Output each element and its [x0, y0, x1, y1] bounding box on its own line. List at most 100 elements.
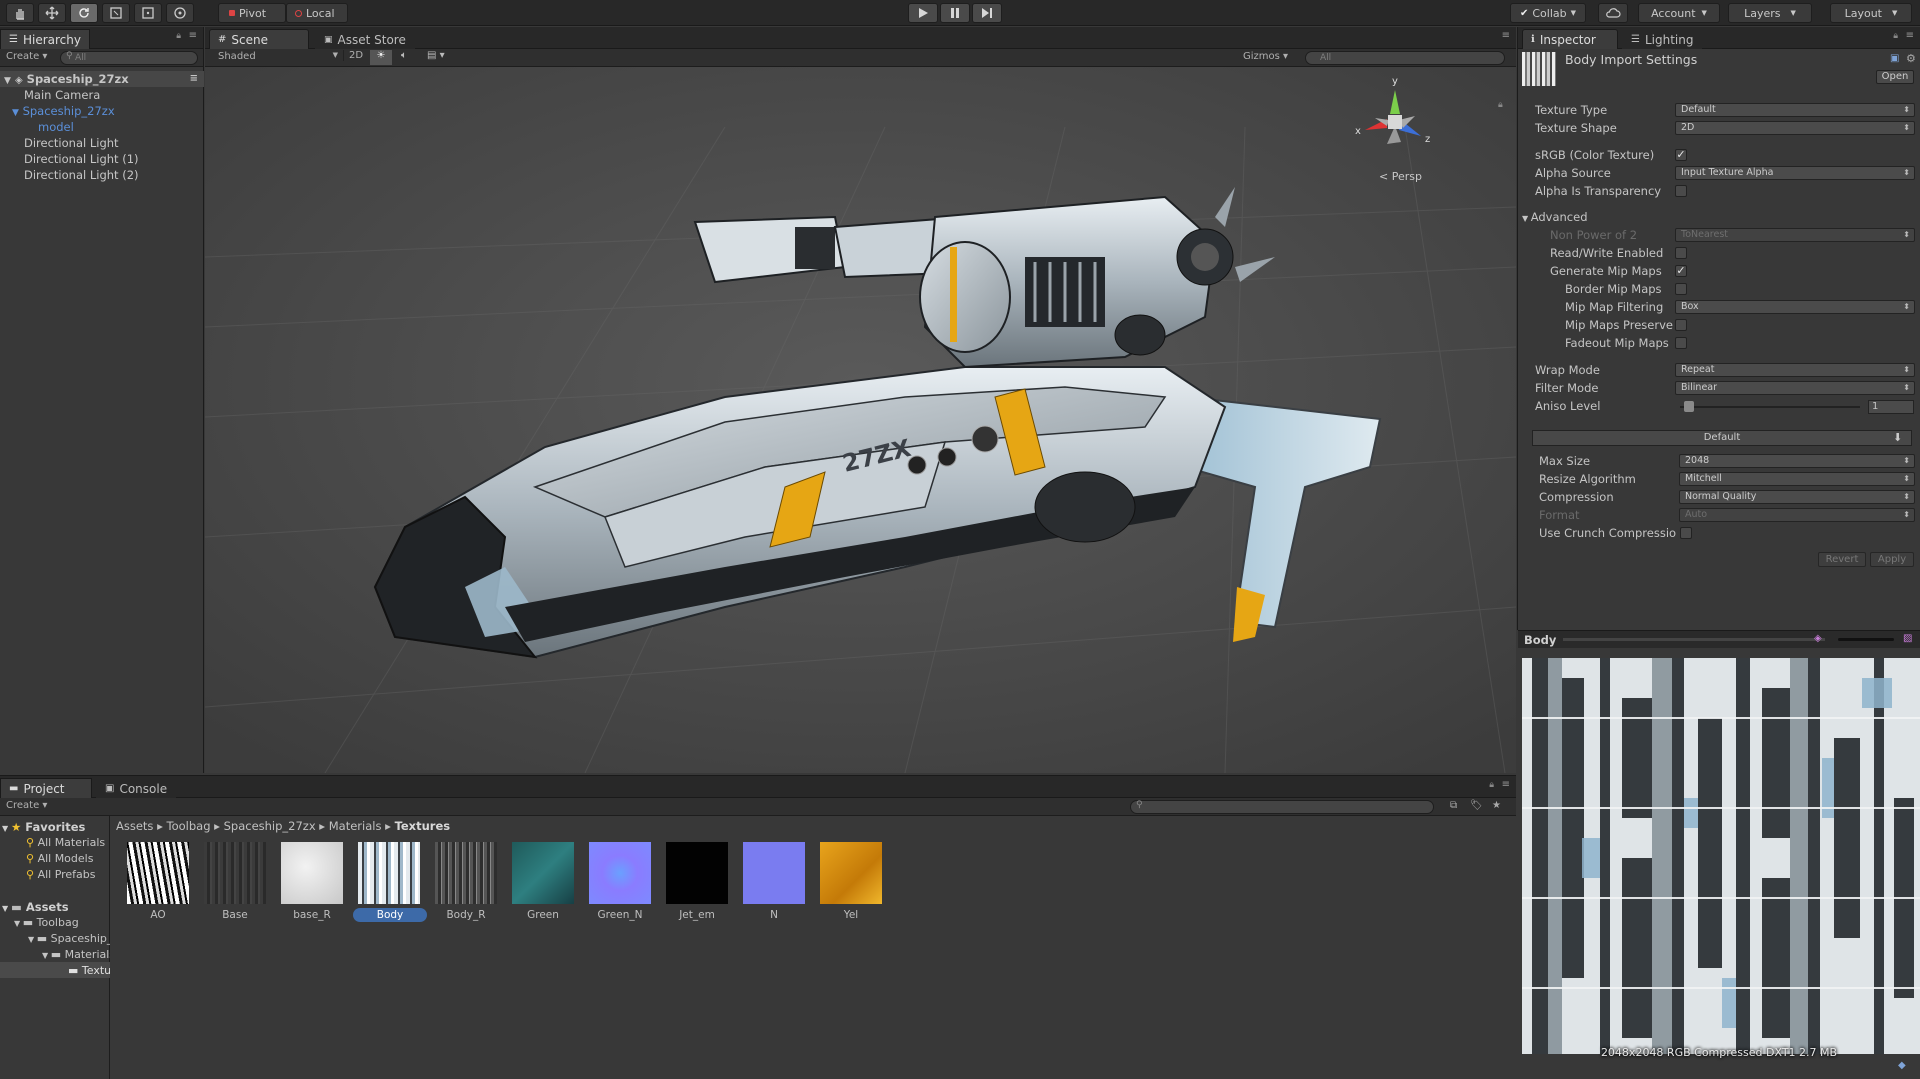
- revert-button[interactable]: Revert: [1818, 552, 1866, 567]
- hierarchy-item-directional-light-1[interactable]: Directional Light (1): [0, 151, 204, 167]
- scene-menu-icon[interactable]: ≡: [190, 71, 198, 87]
- tree-spaceship[interactable]: ▼ ▬ Spaceship_27zx: [28, 932, 110, 945]
- transform-tool-button[interactable]: [166, 3, 194, 23]
- tree-materials[interactable]: ▼ ▬ Materials: [42, 948, 110, 961]
- project-search-input[interactable]: [1130, 800, 1434, 814]
- rect-tool-button[interactable]: [134, 3, 162, 23]
- hierarchy-search-input[interactable]: All: [60, 51, 198, 65]
- rgb-channel-icon[interactable]: ◈: [1814, 633, 1822, 644]
- alpha-transparency-checkbox[interactable]: [1675, 185, 1687, 197]
- open-button[interactable]: Open: [1876, 70, 1914, 84]
- panel-menu-icon[interactable]: ≡: [1502, 30, 1510, 41]
- crunch-checkbox[interactable]: [1680, 527, 1692, 539]
- scene-search-input[interactable]: All: [1305, 51, 1505, 65]
- play-button[interactable]: [908, 3, 938, 23]
- generate-mips-checkbox[interactable]: ✓: [1675, 265, 1687, 277]
- mip-filter-dropdown[interactable]: Box ⬍: [1675, 300, 1915, 314]
- aniso-slider-track[interactable]: [1680, 406, 1860, 408]
- format-dropdown[interactable]: Auto ⬍: [1679, 508, 1915, 522]
- texture-thumb-yel[interactable]: [820, 842, 882, 904]
- tab-asset-store[interactable]: ▣ Asset Store: [315, 29, 415, 49]
- project-create-dropdown[interactable]: Create ▾: [6, 800, 47, 811]
- non-power-dropdown[interactable]: ToNearest ⬍: [1675, 228, 1915, 242]
- filter-type-icon[interactable]: ⧉: [1450, 800, 1457, 811]
- scene-viewport[interactable]: 27ZX x y z < Persp 🔒︎: [205, 67, 1516, 773]
- asset-bundle-icon[interactable]: ◆: [1898, 1060, 1906, 1071]
- scene-root-row[interactable]: ▼ ◈ Spaceship_27zx ≡: [0, 71, 204, 87]
- resize-dropdown[interactable]: Mitchell ⬍: [1679, 472, 1915, 486]
- breadcrumb-spaceship[interactable]: Spaceship_27zx: [224, 819, 316, 833]
- layout-dropdown[interactable]: Layout ▼: [1830, 3, 1912, 23]
- persp-label[interactable]: < Persp: [1379, 170, 1422, 183]
- local-toggle[interactable]: Local: [286, 3, 348, 23]
- mip-preserve-checkbox[interactable]: [1675, 319, 1687, 331]
- alpha-toggle-icon[interactable]: ▨: [1903, 633, 1912, 644]
- hierarchy-item-directional-light-2[interactable]: Directional Light (2): [0, 167, 204, 183]
- rotate-tool-button[interactable]: [70, 3, 98, 23]
- cloud-button[interactable]: [1598, 3, 1628, 23]
- effects-dropdown[interactable]: ▤ ▾: [427, 50, 445, 61]
- texture-thumb-n[interactable]: [743, 842, 805, 904]
- srgb-checkbox[interactable]: ✓: [1675, 149, 1687, 161]
- move-tool-button[interactable]: [38, 3, 66, 23]
- pause-button[interactable]: [940, 3, 970, 23]
- label-icon[interactable]: 🏷︎: [1470, 800, 1483, 811]
- filter-mode-dropdown[interactable]: Bilinear ⬍: [1675, 381, 1915, 395]
- lock-icon[interactable]: 🔒︎: [1489, 780, 1494, 790]
- platform-tab-default[interactable]: Default: [1532, 430, 1912, 446]
- star-icon[interactable]: ★: [1492, 800, 1501, 811]
- apply-button[interactable]: Apply: [1870, 552, 1914, 567]
- hierarchy-item-spaceship[interactable]: ▼ Spaceship_27zx: [0, 103, 204, 119]
- fadeout-checkbox[interactable]: [1675, 337, 1687, 349]
- panel-menu-icon[interactable]: ≡: [1502, 779, 1510, 790]
- breadcrumb-materials[interactable]: Materials: [329, 819, 382, 833]
- tab-hierarchy[interactable]: ☰ Hierarchy: [0, 29, 90, 49]
- collab-dropdown[interactable]: ✔ Collab ▼: [1510, 3, 1586, 23]
- alpha-source-dropdown[interactable]: Input Texture Alpha ⬍: [1675, 166, 1915, 180]
- max-size-dropdown[interactable]: 2048 ⬍: [1679, 454, 1915, 468]
- hierarchy-item-main-camera[interactable]: Main Camera: [0, 87, 204, 103]
- hierarchy-item-model[interactable]: model: [0, 119, 204, 135]
- assets-header[interactable]: ▼ ▬ Assets: [2, 900, 69, 914]
- breadcrumb-assets[interactable]: Assets: [116, 819, 153, 833]
- 2d-toggle[interactable]: 2D: [343, 50, 368, 61]
- texture-thumb-base[interactable]: [204, 842, 266, 904]
- texture-shape-dropdown[interactable]: 2D ⬍: [1675, 121, 1915, 135]
- gear-icon[interactable]: ⚙: [1906, 52, 1916, 65]
- favorite-all-materials[interactable]: ⚲ All Materials: [26, 836, 110, 849]
- favorite-all-models[interactable]: ⚲ All Models: [26, 852, 93, 865]
- panel-menu-icon[interactable]: ≡: [189, 30, 197, 41]
- pivot-toggle[interactable]: Pivot: [218, 3, 286, 23]
- panel-menu-icon[interactable]: ≡: [1906, 30, 1914, 41]
- gizmos-dropdown[interactable]: Gizmos ▾: [1243, 51, 1288, 62]
- help-icon[interactable]: ▣: [1890, 53, 1899, 64]
- lighting-toggle[interactable]: ☀: [370, 50, 392, 65]
- lock-icon[interactable]: 🔒︎: [1893, 31, 1898, 41]
- read-write-checkbox[interactable]: [1675, 247, 1687, 259]
- texture-type-dropdown[interactable]: Default ⬍: [1675, 103, 1915, 117]
- texture-thumb-ao[interactable]: [127, 842, 189, 904]
- hand-tool-button[interactable]: [6, 3, 34, 23]
- wrap-mode-dropdown[interactable]: Repeat ⬍: [1675, 363, 1915, 377]
- tab-project[interactable]: ▬ Project: [0, 778, 92, 798]
- tab-console[interactable]: ▣ Console: [96, 778, 177, 798]
- breadcrumb-textures[interactable]: Textures: [395, 819, 451, 833]
- breadcrumb-toolbag[interactable]: Toolbag: [167, 819, 211, 833]
- favorites-header[interactable]: ▼ ★ Favorites: [2, 820, 85, 834]
- texture-thumb-body-r[interactable]: [435, 842, 497, 904]
- texture-thumb-base-r[interactable]: [281, 842, 343, 904]
- tab-inspector[interactable]: ℹ Inspector: [1522, 29, 1618, 49]
- scale-tool-button[interactable]: [102, 3, 130, 23]
- lock-icon[interactable]: 🔒︎: [176, 31, 181, 41]
- audio-toggle[interactable]: 🔈︎: [401, 50, 407, 61]
- tree-textures[interactable]: ▬ Textures: [68, 964, 110, 977]
- tree-toolbag[interactable]: ▼ ▬ Toolbag: [14, 916, 79, 929]
- shading-dropdown[interactable]: Shaded ▼: [218, 51, 338, 62]
- aniso-slider-thumb[interactable]: [1684, 401, 1694, 412]
- texture-thumb-body[interactable]: [358, 842, 420, 904]
- gizmo-lock-icon[interactable]: 🔒︎: [1498, 100, 1503, 110]
- aniso-input[interactable]: 1: [1868, 400, 1914, 414]
- tab-lighting[interactable]: ☰ Lighting: [1622, 29, 1703, 49]
- step-button[interactable]: [972, 3, 1002, 23]
- advanced-foldout[interactable]: ▼ Advanced: [1522, 210, 1588, 224]
